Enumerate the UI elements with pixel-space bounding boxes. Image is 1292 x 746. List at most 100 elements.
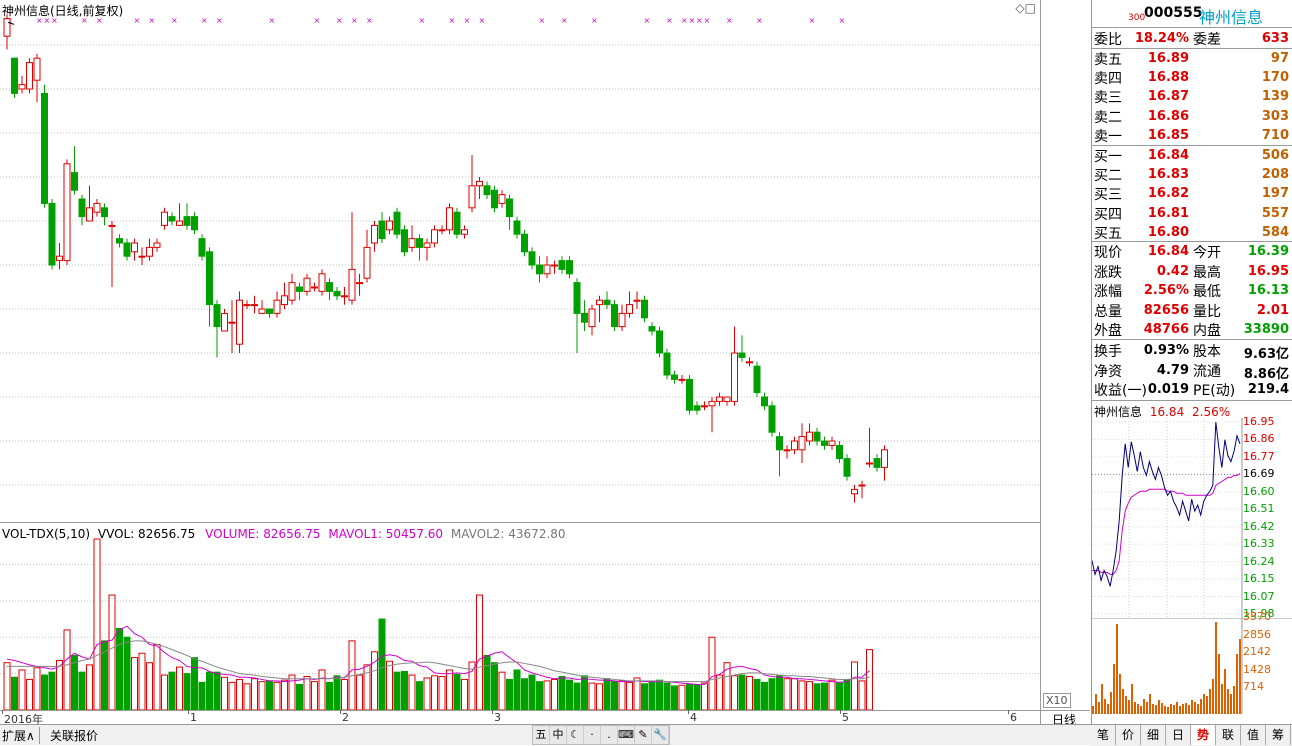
sell-price: 16.89	[1147, 51, 1189, 66]
kline-signal-mark: ×	[201, 16, 208, 25]
volume-bar	[761, 681, 768, 710]
candle-body	[393, 211, 401, 235]
kline-signal-mark: ×	[449, 16, 456, 25]
sell-volume: 139	[1261, 89, 1289, 105]
volume-bar	[791, 678, 798, 710]
volume-bar	[753, 678, 761, 710]
quote-tab-0[interactable]: 笔	[1091, 725, 1116, 745]
kline-signal-mark: ×	[839, 16, 846, 25]
volume-bar	[641, 683, 648, 710]
candle-body	[716, 396, 723, 402]
volume-bar	[813, 683, 821, 710]
candle-body	[506, 198, 513, 218]
volume-bar	[821, 682, 828, 710]
kline-panel[interactable]: ××××××××××××××××××××××××××××××××× 神州信息(日…	[0, 0, 1040, 523]
candle-body	[858, 484, 866, 487]
candle-body	[843, 458, 851, 477]
candle-body	[108, 224, 116, 227]
volume-bar	[551, 678, 558, 710]
candle-body	[3, 18, 11, 37]
toolbar-button-0[interactable]: 五	[533, 726, 550, 744]
board-prefix: 300	[1128, 13, 1146, 23]
candle-body	[56, 255, 63, 262]
book-mid-sep	[1092, 145, 1292, 146]
volume-bar	[828, 679, 836, 710]
date-tick: 3	[494, 711, 501, 724]
quote-tab-4[interactable]: 势	[1191, 725, 1216, 745]
candle-body	[558, 260, 566, 270]
quote-tab-1[interactable]: 价	[1116, 725, 1141, 745]
intraday-price-tick: 16.95	[1243, 415, 1275, 428]
expand-button[interactable]: 扩展∧	[2, 727, 40, 744]
kline-chart[interactable]: ×××××××××××××××××××××××××××××××××	[0, 0, 1040, 522]
intraday-price-chart[interactable]	[1092, 418, 1292, 618]
volume-bar	[573, 682, 581, 710]
intraday-chart-area[interactable]: 16.95 16.86 16.77 16.69 16.60 16.51 16.42 16.33…	[1092, 415, 1292, 718]
candle-body	[566, 260, 573, 275]
quote-tab-7[interactable]: 筹	[1266, 725, 1291, 745]
candle-body	[371, 224, 378, 244]
volume-bar	[431, 675, 438, 710]
volume-bar	[183, 673, 191, 710]
candle-body	[446, 207, 453, 231]
toolbar-button-3[interactable]: ·	[584, 726, 601, 744]
candle-body	[483, 185, 491, 196]
volume-bar	[768, 678, 776, 710]
toolbar-button-2[interactable]: ☾	[567, 726, 584, 744]
intraday-vol-tick: 714	[1243, 680, 1264, 693]
candle-body	[333, 290, 341, 297]
volume-bar	[836, 681, 843, 710]
stat-value-1: 16.84	[1147, 244, 1189, 259]
volume-bar	[678, 684, 686, 710]
intraday-price-tick: 16.86	[1243, 432, 1275, 446]
buy-volume: 506	[1261, 148, 1289, 163]
candle-body	[798, 436, 806, 451]
related-quote-button[interactable]: 关联报价	[50, 727, 98, 744]
stock-name: 神州信息	[1199, 8, 1264, 27]
stat-label-2: 最高	[1193, 264, 1221, 281]
volume-bar	[56, 660, 63, 710]
drawing-toolbar: 五中 ☾ ·. ⌨ ✎ 🔧	[532, 725, 670, 745]
weibi-label: 委比	[1094, 32, 1122, 48]
candle-body	[536, 264, 543, 275]
intraday-price-tick: 16.15	[1243, 572, 1275, 586]
volume-bar	[513, 669, 521, 710]
intraday-price-tick: 16.51	[1243, 502, 1275, 516]
toolbar-button-1[interactable]: 中	[550, 726, 567, 744]
volume-panel[interactable]: VOL-TDX(5,10) VVOL: 82656.75 VOLUME: 826…	[0, 525, 1071, 710]
volume-bar	[11, 676, 18, 710]
volume-bar	[438, 676, 446, 710]
candle-body	[423, 242, 431, 248]
candle-body	[528, 251, 536, 266]
toolbar-button-5[interactable]: ⌨	[618, 726, 635, 744]
stat-label-2: 今开	[1193, 245, 1221, 261]
quote-tab-2[interactable]: 细	[1141, 725, 1166, 745]
volume-bar	[483, 654, 491, 710]
volume-bar	[26, 678, 33, 710]
quote-tab-6[interactable]: 值	[1241, 725, 1266, 745]
candle-body	[243, 304, 251, 307]
candle-body	[738, 352, 746, 358]
candle-body	[768, 405, 776, 433]
weibi-sep	[1092, 48, 1292, 49]
quote-tab-3[interactable]: 日	[1166, 725, 1191, 745]
toolbar-button-7[interactable]: 🔧	[652, 726, 669, 744]
date-tick-mark	[840, 710, 841, 714]
stat-label-2: 股本	[1193, 344, 1221, 360]
volume-bar	[303, 676, 311, 710]
volume-chart[interactable]	[0, 525, 1040, 710]
candle-body	[86, 207, 93, 222]
date-tick-mark	[1008, 710, 1009, 714]
quote-tab-5[interactable]: 联	[1216, 725, 1241, 745]
candle-body	[296, 286, 303, 292]
volume-bar	[671, 685, 678, 710]
kline-signal-mark: ×	[314, 16, 321, 25]
volume-bar	[716, 674, 723, 710]
toolbar-button-6[interactable]: ✎	[635, 726, 652, 744]
toolbar-button-4[interactable]: .	[601, 726, 618, 744]
date-tick: 1	[190, 711, 197, 724]
corner-icons[interactable]: ◇□	[1015, 1, 1036, 15]
candle-body	[866, 462, 873, 465]
candle-body	[363, 246, 371, 279]
stat-label-1: 总量	[1094, 303, 1122, 320]
